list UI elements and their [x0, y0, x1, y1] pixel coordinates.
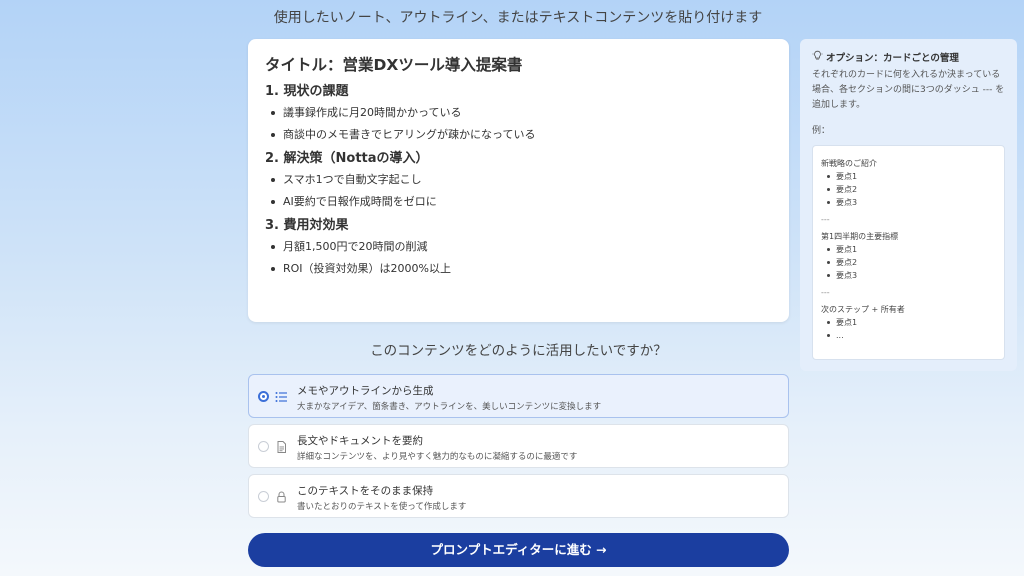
list-item: 要点1	[821, 316, 996, 329]
list-item: 商談中のメモ書きでヒアリングが疎かになっている	[265, 124, 772, 146]
list-item: AI要約で日報作成時間をゼロに	[265, 191, 772, 213]
example-block: 新戦略のご紹介 要点1 要点2 要点3	[821, 157, 996, 209]
content-editor[interactable]: タイトル：営業DXツール導入提案書 1. 現状の課題 議事録作成に月20時間かか…	[248, 39, 789, 322]
example-card-title: 第1四半期の主要指標	[821, 232, 899, 241]
editor-title: タイトル：営業DXツール導入提案書	[265, 56, 523, 74]
option-title: メモやアウトラインから生成	[297, 385, 434, 397]
lightbulb-icon	[812, 50, 823, 64]
section-heading: 1. 現状の課題	[265, 84, 349, 99]
usage-question: このコンテンツをどのように活用したいですか？	[370, 343, 667, 359]
list-item: 要点3	[821, 196, 996, 209]
example-label: 例：	[812, 126, 831, 136]
example-card-title: 新戦略のご紹介	[821, 159, 877, 168]
example-block: 第1四半期の主要指標 要点1 要点2 要点3	[821, 230, 996, 282]
option-description: 大まかなアイデア、箇条書き、アウトラインを、美しいコンテンツに変換します	[297, 402, 602, 412]
example-card-title: 次のステップ + 所有者	[821, 305, 905, 314]
proceed-to-prompt-editor-button[interactable]: プロンプトエディターに進む →	[248, 533, 789, 567]
document-icon	[275, 439, 288, 453]
example-box: 新戦略のご紹介 要点1 要点2 要点3 --- 第1四半期の主要指標 要点1 要…	[812, 145, 1005, 360]
page-heading: 使用したいノート、アウトライン、またはテキストコンテンツを貼り付けます	[273, 10, 763, 26]
section-heading: 2. 解決策（Nottaの導入）	[265, 151, 429, 166]
option-description: 詳細なコンテンツを、より見やすく魅力的なものに凝縮するのに最適です	[297, 452, 578, 462]
section-heading: 3. 費用対効果	[265, 218, 349, 233]
option-generate-from-notes[interactable]: メモやアウトラインから生成 大まかなアイデア、箇条書き、アウトラインを、美しいコ…	[248, 374, 789, 418]
list-item: 月額1,500円で20時間の削減	[265, 236, 772, 258]
list-item: 議事録作成に月20時間かかっている	[265, 102, 772, 124]
option-title: 長文やドキュメントを要約	[297, 435, 423, 447]
option-keep-text[interactable]: このテキストをそのまま保持 書いたとおりのテキストを使って作成します	[248, 474, 789, 518]
panel-description: それぞれのカードに何を入れるか決まっている場合、各セクションの間に3つのダッシュ…	[812, 70, 1005, 110]
panel-title: オプション：カードごとの管理	[812, 50, 1005, 64]
list-item: ROI（投資対効果）は2000%以上	[265, 258, 772, 280]
bullet-list: スマホ1つで自動文字起こし AI要約で日報作成時間をゼロに	[265, 169, 772, 212]
bullet-list: 月額1,500円で20時間の削減 ROI（投資対効果）は2000%以上	[265, 236, 772, 279]
card-management-panel: オプション：カードごとの管理 それぞれのカードに何を入れるか決まっている場合、各…	[800, 39, 1017, 371]
radio-button[interactable]	[258, 491, 269, 502]
list-icon	[275, 389, 288, 403]
option-title: このテキストをそのまま保持	[297, 485, 434, 497]
list-item: 要点1	[821, 170, 996, 183]
panel-title-text: オプション：カードごとの管理	[826, 53, 959, 64]
list-item: ...	[821, 329, 996, 342]
radio-button[interactable]	[258, 441, 269, 452]
list-item: スマホ1つで自動文字起こし	[265, 169, 772, 191]
example-separator: ---	[821, 288, 830, 297]
radio-button[interactable]	[258, 391, 269, 402]
list-item: 要点1	[821, 243, 996, 256]
list-item: 要点2	[821, 256, 996, 269]
option-summarize-document[interactable]: 長文やドキュメントを要約 詳細なコンテンツを、より見やすく魅力的なものに凝縮する…	[248, 424, 789, 468]
bullet-list: 議事録作成に月20時間かかっている 商談中のメモ書きでヒアリングが疎かになってい…	[265, 102, 772, 145]
list-item: 要点2	[821, 183, 996, 196]
lock-icon	[275, 489, 288, 503]
list-item: 要点3	[821, 269, 996, 282]
example-block: 次のステップ + 所有者 要点1 ...	[821, 303, 996, 342]
option-description: 書いたとおりのテキストを使って作成します	[297, 502, 467, 512]
example-separator: ---	[821, 215, 830, 224]
